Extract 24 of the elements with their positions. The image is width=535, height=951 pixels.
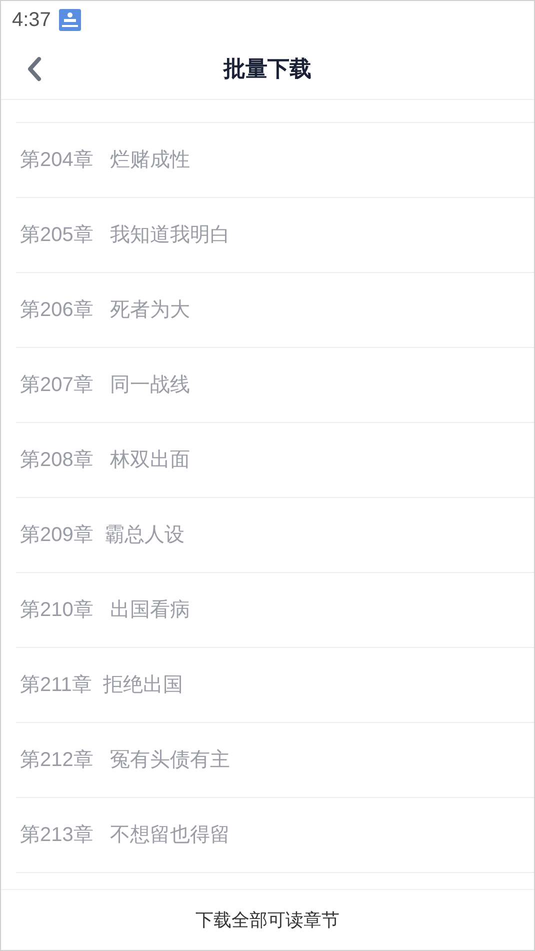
chapter-title: 第204章 烂赌成性	[20, 148, 190, 173]
chapter-row[interactable]: 第204章 烂赌成性	[16, 123, 534, 198]
chapter-title: 第205章 我知道我明白	[20, 223, 230, 248]
chapter-row[interactable]: 第211章 拒绝出国	[16, 648, 534, 723]
chapter-title: 第207章 同一战线	[20, 373, 190, 398]
chapter-title: 第209章 霸总人设	[20, 523, 184, 548]
app-notification-icon	[58, 8, 81, 30]
chapter-title: 第208章 林双出面	[20, 448, 190, 473]
chapter-row[interactable]: 第210章 出国看病	[16, 573, 534, 648]
chapter-title: 第210章 出国看病	[20, 598, 190, 623]
chapter-row[interactable]: 第205章 我知道我明白	[16, 198, 534, 273]
chapter-row[interactable]: 第208章 林双出面	[16, 423, 534, 498]
back-chevron-icon	[26, 56, 42, 82]
chapter-row[interactable]: 第207章 同一战线	[16, 348, 534, 423]
chapter-row[interactable]: 第213章 不想留也得留	[16, 798, 534, 873]
chapter-title: 第211章 拒绝出国	[20, 673, 183, 698]
chapter-title: 第212章 冤有头债有主	[20, 748, 230, 773]
chapter-title: 第213章 不想留也得留	[20, 823, 230, 848]
status-time: 4:37	[12, 8, 51, 32]
chapter-row[interactable]: 第209章 霸总人设	[16, 498, 534, 573]
chapter-title: 第206章 死者为大	[20, 298, 190, 323]
page-title: 批量下载	[224, 55, 312, 83]
chapter-row[interactable]: 第206章 死者为大	[16, 273, 534, 348]
chapter-row[interactable]: 第212章 冤有头债有主	[16, 723, 534, 798]
